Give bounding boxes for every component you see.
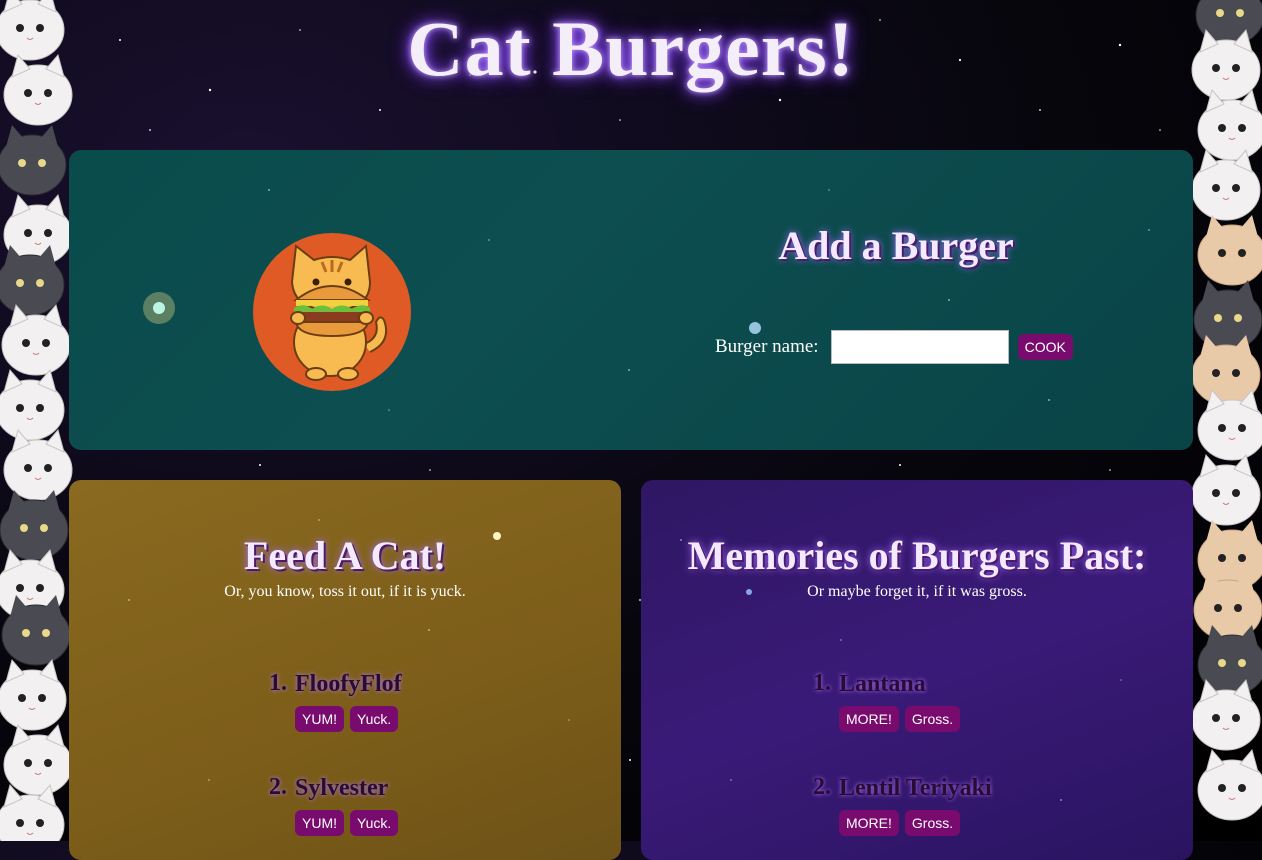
burger-name-label: Burger name: — [715, 336, 819, 357]
list-item-number: 2. — [269, 774, 287, 800]
list-item-body: Sylvester YUM! Yuck. — [295, 774, 399, 836]
feed-subtext: Or, you know, toss it out, if it is yuck… — [224, 583, 466, 600]
gross-button[interactable]: Gross. — [904, 810, 961, 836]
yum-button[interactable]: YUM! — [295, 706, 344, 732]
page-title: Cat Burgers! — [407, 5, 855, 92]
memories-panel: Memories of Burgers Past: Or maybe forge… — [641, 480, 1193, 860]
list-item: 1. FloofyFlof YUM! Yuck. — [257, 670, 402, 732]
burger-name: Sylvester — [295, 775, 389, 801]
list-item-number: 1. — [269, 670, 287, 696]
burger-name-input[interactable] — [830, 330, 1009, 364]
cat-faces-decoration-icon — [1191, 0, 1262, 821]
list-item-number: 2. — [813, 774, 831, 800]
nebula-background — [143, 189, 1150, 411]
eaten-burger-list: 1. Lantana MORE! Gross. 2. Lentil Teriya… — [801, 670, 992, 860]
yuck-button[interactable]: Yuck. — [350, 810, 399, 836]
cat-border-left — [0, 0, 80, 841]
list-item: 2. Sylvester YUM! Yuck. — [257, 774, 402, 836]
add-burger-heading: Add a Burger — [778, 223, 1014, 268]
more-button[interactable]: MORE! — [839, 706, 899, 732]
cat-eating-burger-icon — [253, 233, 411, 391]
memories-heading: Memories of Burgers Past: — [687, 533, 1147, 578]
list-item: 1. Lantana MORE! Gross. — [801, 670, 992, 732]
burger-name: Lentil Teriyaki — [839, 775, 992, 801]
uneaten-burger-list: 1. FloofyFlof YUM! Yuck. 2. Sylvester YU… — [257, 670, 402, 860]
list-item-body: Lantana MORE! Gross. — [839, 670, 961, 732]
cat-burger-logo — [252, 232, 412, 392]
memories-subtext: Or maybe forget it, if it was gross. — [807, 583, 1027, 600]
list-item-body: Lentil Teriyaki MORE! Gross. — [839, 774, 992, 836]
list-item-number: 1. — [813, 670, 831, 696]
yuck-button[interactable]: Yuck. — [350, 706, 399, 732]
list-item-actions: YUM! Yuck. — [295, 810, 399, 836]
list-item: 2. Lentil Teriyaki MORE! Gross. — [801, 774, 992, 836]
cat-faces-decoration-icon — [0, 0, 73, 841]
feed-a-cat-panel: Feed A Cat! Or, you know, toss it out, i… — [69, 480, 621, 860]
burger-name: Lantana — [839, 671, 926, 697]
burger-name: FloofyFlof — [295, 671, 402, 697]
list-item-actions: YUM! Yuck. — [295, 706, 402, 732]
yum-button[interactable]: YUM! — [295, 810, 344, 836]
more-button[interactable]: MORE! — [839, 810, 899, 836]
cook-button[interactable]: COOK — [1017, 334, 1073, 360]
list-item-actions: MORE! Gross. — [839, 810, 992, 836]
list-item-body: FloofyFlof YUM! Yuck. — [295, 670, 402, 732]
list-item-actions: MORE! Gross. — [839, 706, 961, 732]
add-burger-panel: Add a Burger Burger name: COOK — [69, 150, 1193, 450]
gross-button[interactable]: Gross. — [904, 706, 961, 732]
add-burger-form: Burger name: COOK — [715, 330, 1073, 364]
feed-heading: Feed A Cat! — [243, 533, 447, 578]
cat-border-right — [1182, 0, 1262, 841]
